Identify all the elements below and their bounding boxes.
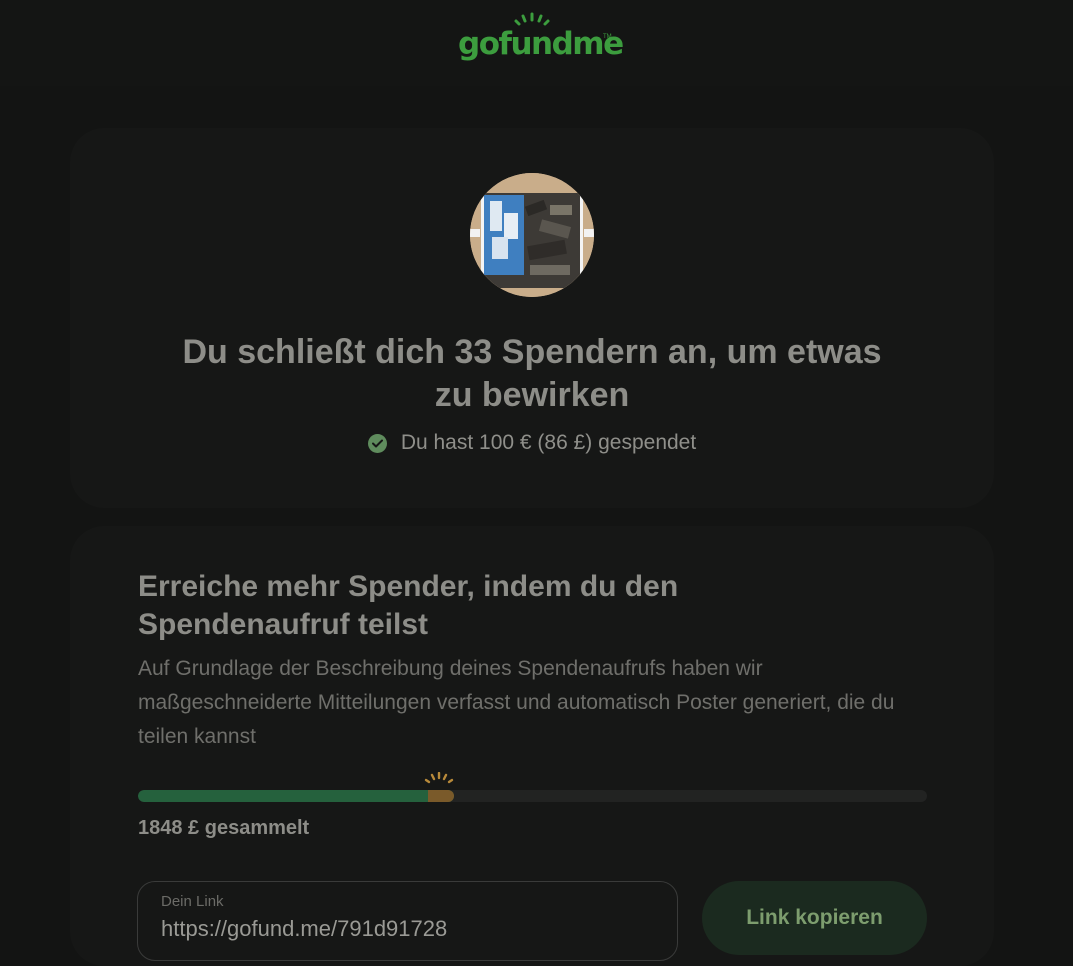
gofundme-logo[interactable]: gofundme TM bbox=[458, 12, 624, 64]
link-field[interactable]: Dein Link bbox=[137, 881, 678, 961]
top-bar: gofundme TM bbox=[0, 0, 1073, 86]
share-description: Auf Grundlage der Beschreibung deines Sp… bbox=[138, 657, 895, 748]
share-card: Erreiche mehr Spender, indem du den Spen… bbox=[70, 526, 994, 966]
fundraiser-photo bbox=[470, 173, 594, 297]
progress-sun-icon bbox=[424, 772, 454, 784]
donation-summary-card: Du schließt dich 33 Spendern an, um etwa… bbox=[70, 128, 994, 508]
copy-link-button[interactable]: Link kopieren bbox=[702, 881, 927, 955]
link-field-label: Dein Link bbox=[161, 893, 224, 910]
donation-confirmation: Du hast 100 € (86 £) gespendet bbox=[70, 431, 994, 455]
check-circle-icon bbox=[367, 433, 387, 453]
progress-bar bbox=[138, 790, 927, 802]
progress-bar-tip bbox=[428, 790, 454, 802]
share-heading: Erreiche mehr Spender, indem du den Spen… bbox=[138, 570, 679, 641]
raised-amount: 1848 £ gesammelt bbox=[138, 817, 310, 839]
logo-trademark: TM bbox=[603, 34, 612, 40]
progress-bar-fill bbox=[138, 790, 454, 802]
logo-wordmark: gofundme bbox=[458, 26, 624, 62]
donors-heading: Du schließt dich 33 Spendern an, um etwa… bbox=[182, 333, 882, 414]
donated-amount-text: Du hast 100 € (86 £) gespendet bbox=[400, 431, 697, 454]
link-input[interactable] bbox=[161, 916, 661, 942]
fundraiser-avatar bbox=[470, 173, 594, 297]
